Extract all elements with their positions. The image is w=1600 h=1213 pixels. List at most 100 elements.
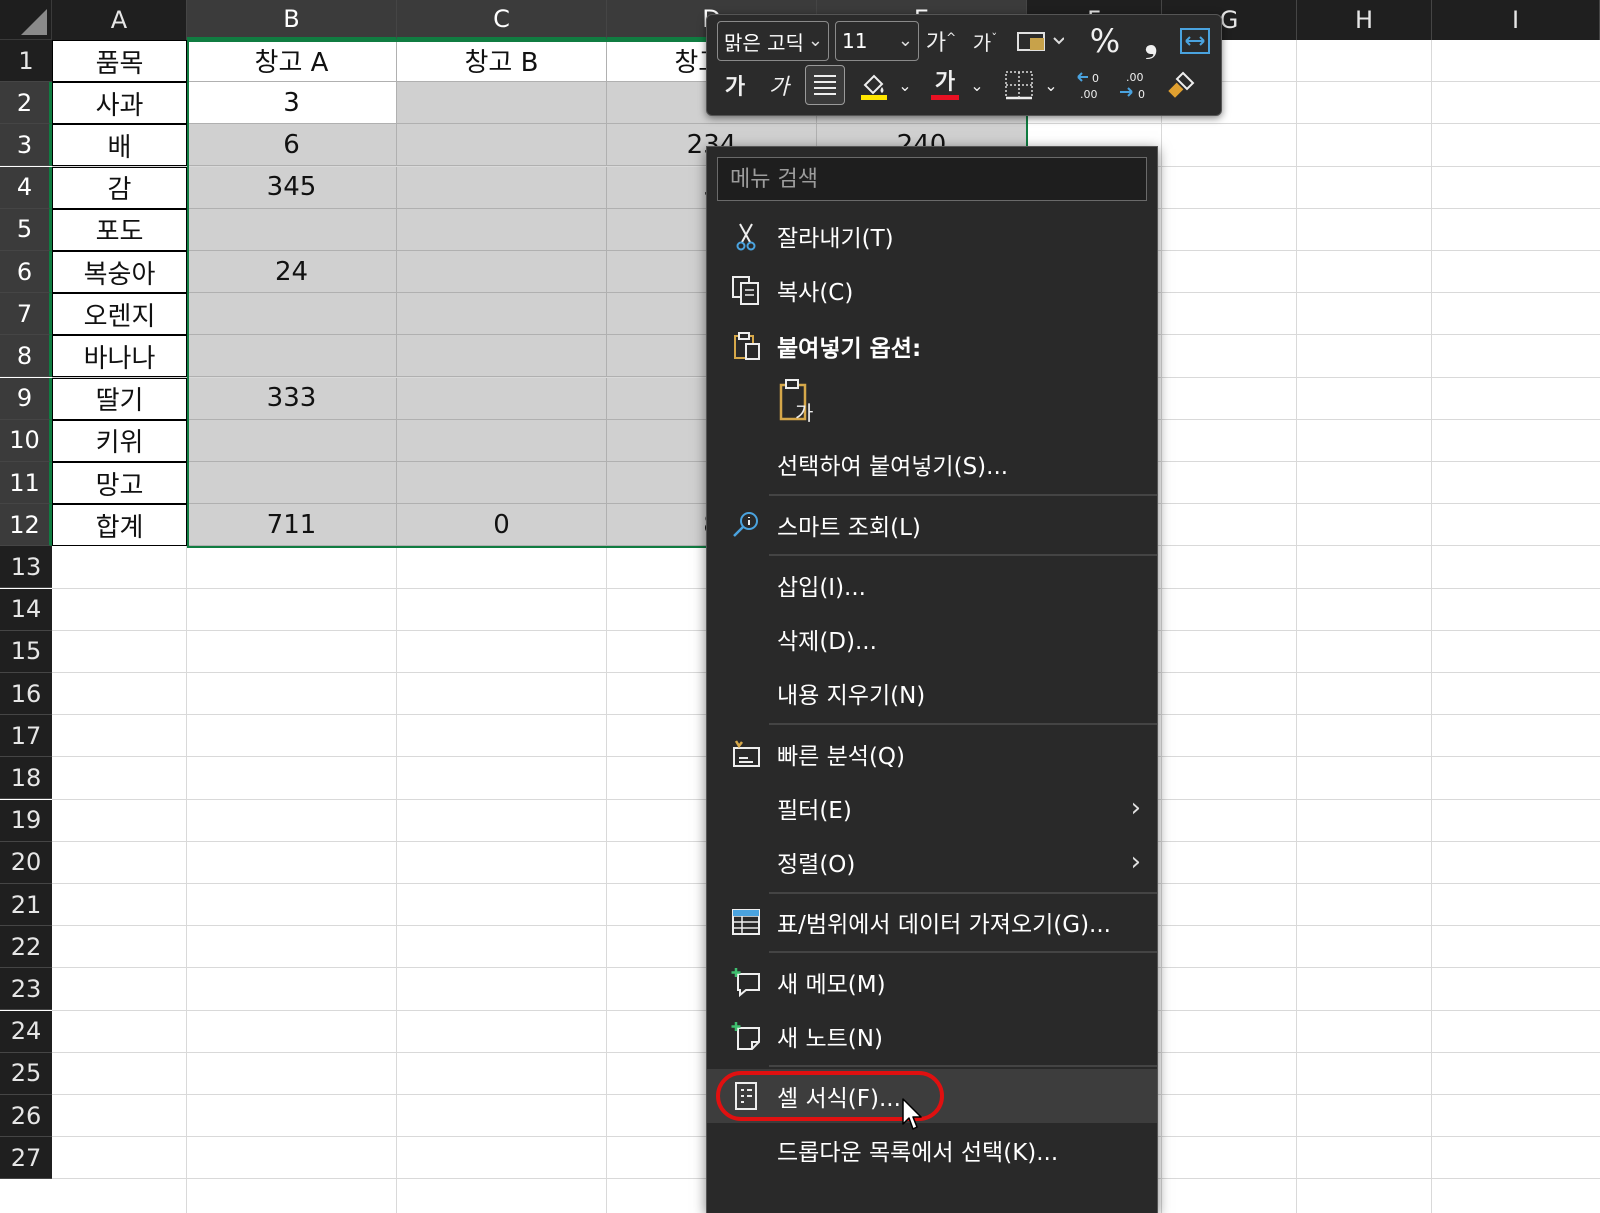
italic-button[interactable]: 가 [759,65,799,105]
cell-b5[interactable] [187,208,397,251]
borders-button[interactable] [999,65,1039,105]
menu-item-sort[interactable]: 정렬(O) › [707,835,1157,889]
cell-c10[interactable] [397,419,607,462]
menu-item-paste-special[interactable]: 선택하여 붙여넣기(S)... [707,437,1157,491]
row-header-18[interactable]: 18 [0,757,52,800]
row-header-21[interactable]: 21 [0,884,52,926]
row-header-9[interactable]: 9 [0,377,52,420]
cell-b12[interactable]: 711 [187,504,397,547]
cell-a9[interactable]: 딸기 [52,377,187,420]
cell-a12[interactable]: 합계 [52,504,187,547]
cell-c8[interactable] [397,335,607,378]
cell-c5[interactable] [397,208,607,251]
cell-b8[interactable] [187,335,397,378]
row-header-15[interactable]: 15 [0,630,52,673]
menu-item-filter[interactable]: 필터(E) › [707,781,1157,835]
bold-button[interactable]: 가 [715,65,755,105]
center-align-button[interactable] [805,65,845,105]
cell-b4[interactable]: 345 [187,166,397,209]
row-header-6[interactable]: 6 [0,251,52,293]
row-header-20[interactable]: 20 [0,841,52,884]
menu-item-copy[interactable]: 복사(C) [707,263,1157,317]
select-all-corner[interactable] [0,0,52,40]
row-header-16[interactable]: 16 [0,673,52,715]
cell-c4[interactable] [397,166,607,209]
cell-a1[interactable]: 품목 [52,40,187,82]
font-name-select[interactable]: 맑은 고딕 ⌄ [717,21,829,61]
cell-c6[interactable] [397,251,607,293]
cell-b10[interactable] [187,419,397,462]
menu-item-quick-analysis[interactable]: 빠른 분석(Q) [707,727,1157,781]
menu-item-new-comment[interactable]: 새 메모(M) [707,955,1157,1009]
cell-a7[interactable]: 오렌지 [52,293,187,336]
decrease-decimal-button[interactable]: .00 0 [1115,65,1155,105]
row-header-17[interactable]: 17 [0,715,52,758]
menu-item-smart-lookup[interactable]: 스마트 조회(L) [707,498,1157,552]
merge-center-button[interactable] [1175,21,1215,61]
menu-item-format-cells[interactable]: 셀 서식(F)... [707,1069,1157,1123]
font-color-dropdown[interactable]: ⌄ [967,65,987,105]
percent-style-button[interactable]: % [1085,21,1125,61]
cell-c2[interactable] [397,82,607,125]
borders-dropdown[interactable]: ⌄ [1041,65,1061,105]
cell-c3[interactable] [397,124,607,167]
row-header-13[interactable]: 13 [0,546,52,589]
format-painter-button[interactable] [1161,65,1201,105]
menu-item-delete[interactable]: 삭제(D)... [707,612,1157,666]
row-header-26[interactable]: 26 [0,1095,52,1137]
row-header-8[interactable]: 8 [0,335,52,378]
row-header-1[interactable]: 1 [0,40,52,82]
menu-item-get-data[interactable]: 표/범위에서 데이터 가져오기(G)... [707,895,1157,949]
row-header-3[interactable]: 3 [0,124,52,167]
cell-a3[interactable]: 배 [52,124,187,167]
cell-a8[interactable]: 바나나 [52,335,187,378]
row-header-12[interactable]: 12 [0,504,52,547]
menu-item-insert[interactable]: 삽입(I)... [707,558,1157,612]
row-header-19[interactable]: 19 [0,799,52,842]
cell-a2[interactable]: 사과 [52,82,187,125]
column-header-b[interactable]: B [187,0,397,40]
menu-item-clear-contents[interactable]: 내용 지우기(N) [707,666,1157,720]
row-header-7[interactable]: 7 [0,293,52,336]
row-header-10[interactable]: 10 [0,419,52,462]
cell-a11[interactable]: 망고 [52,462,187,504]
cell-b9[interactable]: 333 [187,377,397,420]
row-header-27[interactable]: 27 [0,1137,52,1180]
paste-keep-text-button[interactable]: 가 [777,377,821,427]
cell-c7[interactable] [397,293,607,336]
comma-style-button[interactable]: ❟ [1131,20,1171,61]
row-header-14[interactable]: 14 [0,588,52,631]
row-header-23[interactable]: 23 [0,968,52,1011]
cell-a10[interactable]: 키위 [52,419,187,462]
increase-decimal-button[interactable]: 0.00 [1071,65,1111,105]
row-header-11[interactable]: 11 [0,462,52,504]
cell-b11[interactable] [187,462,397,504]
fill-color-dropdown[interactable]: ⌄ [895,65,915,105]
font-color-button[interactable]: 가 [925,65,965,105]
cell-c9[interactable] [397,377,607,420]
fill-color-button[interactable] [853,65,893,105]
decrease-font-size-button[interactable]: 가ˇ [965,21,1005,61]
row-header-25[interactable]: 25 [0,1052,52,1095]
cell-c11[interactable] [397,462,607,504]
cell-a4[interactable]: 감 [52,166,187,209]
column-header-a[interactable]: A [52,0,187,40]
menu-search-input[interactable] [717,157,1147,201]
row-header-4[interactable]: 4 [0,166,52,209]
row-header-24[interactable]: 24 [0,1010,52,1053]
cell-b3[interactable]: 6 [187,124,397,167]
cell-a5[interactable]: 포도 [52,208,187,251]
cell-b1[interactable]: 창고 A [187,40,397,82]
cell-a6[interactable]: 복숭아 [52,251,187,293]
increase-font-size-button[interactable]: 가^ [921,21,961,61]
menu-item-pick-from-list[interactable]: 드롭다운 목록에서 선택(K)... [707,1123,1157,1177]
cell-c12[interactable]: 0 [397,504,607,547]
cell-styles-button[interactable] [1013,21,1067,61]
column-header-c[interactable]: C [397,0,607,40]
column-header-h[interactable]: H [1297,0,1432,40]
menu-item-cut[interactable]: 잘라내기(T) [707,209,1157,263]
cell-c1[interactable]: 창고 B [397,40,607,82]
row-header-22[interactable]: 22 [0,926,52,969]
row-header-2[interactable]: 2 [0,82,52,125]
row-header-5[interactable]: 5 [0,208,52,251]
